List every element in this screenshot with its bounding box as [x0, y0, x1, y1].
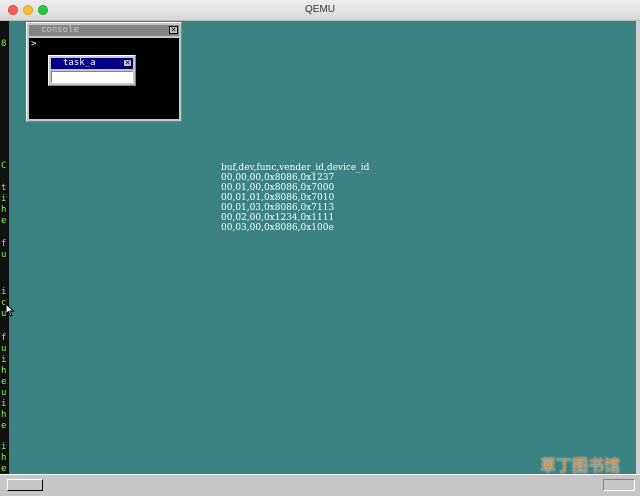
terminal-char: e	[1, 216, 7, 226]
console-output[interactable]: > task_a ✕	[29, 38, 179, 119]
terminal-char: i	[1, 355, 7, 365]
console-title-bar[interactable]: console ✕	[29, 25, 179, 36]
pci-row: 00,01,03,0x8086,0x7113	[221, 203, 335, 213]
pci-device-list: buf,dev,func,vender_id,device_id 00,00,00…	[221, 163, 369, 233]
console-title: console	[41, 25, 79, 35]
terminal-char: h	[1, 453, 7, 463]
close-icon[interactable]: ✕	[169, 26, 178, 34]
close-icon[interactable]: ✕	[123, 59, 132, 67]
terminal-char: e	[1, 464, 7, 474]
terminal-char: i	[1, 287, 7, 297]
terminal-char: i	[1, 194, 7, 204]
console-prompt: >	[31, 39, 37, 49]
window-title: QEMU	[305, 4, 335, 15]
task-a-textbox[interactable]	[51, 71, 133, 83]
pci-row: 00,00,00,0x8086,0x1237	[221, 173, 335, 183]
terminal-char: f	[1, 239, 7, 249]
terminal-char: i	[1, 399, 7, 409]
task-a-window[interactable]: task_a ✕	[48, 55, 136, 86]
terminal-char: u	[1, 344, 7, 354]
pci-header: buf,dev,func,vender_id,device_id	[221, 163, 370, 173]
terminal-char: u	[1, 250, 7, 260]
pci-row: 00,01,01,0x8086,0x7010	[221, 193, 335, 203]
terminal-char: h	[1, 410, 7, 420]
system-tray	[603, 479, 635, 491]
terminal-char: C	[1, 161, 7, 171]
terminal-char: h	[1, 205, 7, 215]
console-window[interactable]: console ✕ > task_a ✕	[26, 22, 182, 122]
qemu-window: QEMU 8 C t i h e f u i c u f u i h e u i…	[0, 0, 640, 496]
background-terminal: 8 C t i h e f u i c u f u i h e u i h e …	[0, 21, 9, 476]
title-bar[interactable]: QEMU	[0, 0, 640, 21]
terminal-char: e	[1, 377, 7, 387]
terminal-char: i	[1, 442, 7, 452]
task-a-title: task_a	[63, 58, 96, 68]
terminal-char: u	[1, 388, 7, 398]
taskbar	[0, 474, 640, 496]
pci-row: 00,03,00,0x8086,0x100e	[221, 223, 334, 233]
pci-row: 00,02,00,0x1234,0x1111	[221, 213, 335, 223]
terminal-char: t	[1, 183, 7, 193]
window-edge	[636, 21, 640, 474]
terminal-char: 8	[1, 39, 7, 49]
start-button[interactable]	[7, 479, 43, 491]
watermark: 草丁图书馆	[540, 456, 621, 475]
terminal-char: f	[1, 333, 7, 343]
terminal-char: h	[1, 366, 7, 376]
os-desktop[interactable]: console ✕ > task_a ✕ buf,dev,func,vender…	[5, 21, 636, 474]
terminal-char: e	[1, 421, 7, 431]
task-a-title-bar[interactable]: task_a ✕	[51, 58, 133, 69]
pci-row: 00,01,00,0x8086,0x7000	[221, 183, 335, 193]
mouse-cursor-icon	[5, 303, 15, 317]
